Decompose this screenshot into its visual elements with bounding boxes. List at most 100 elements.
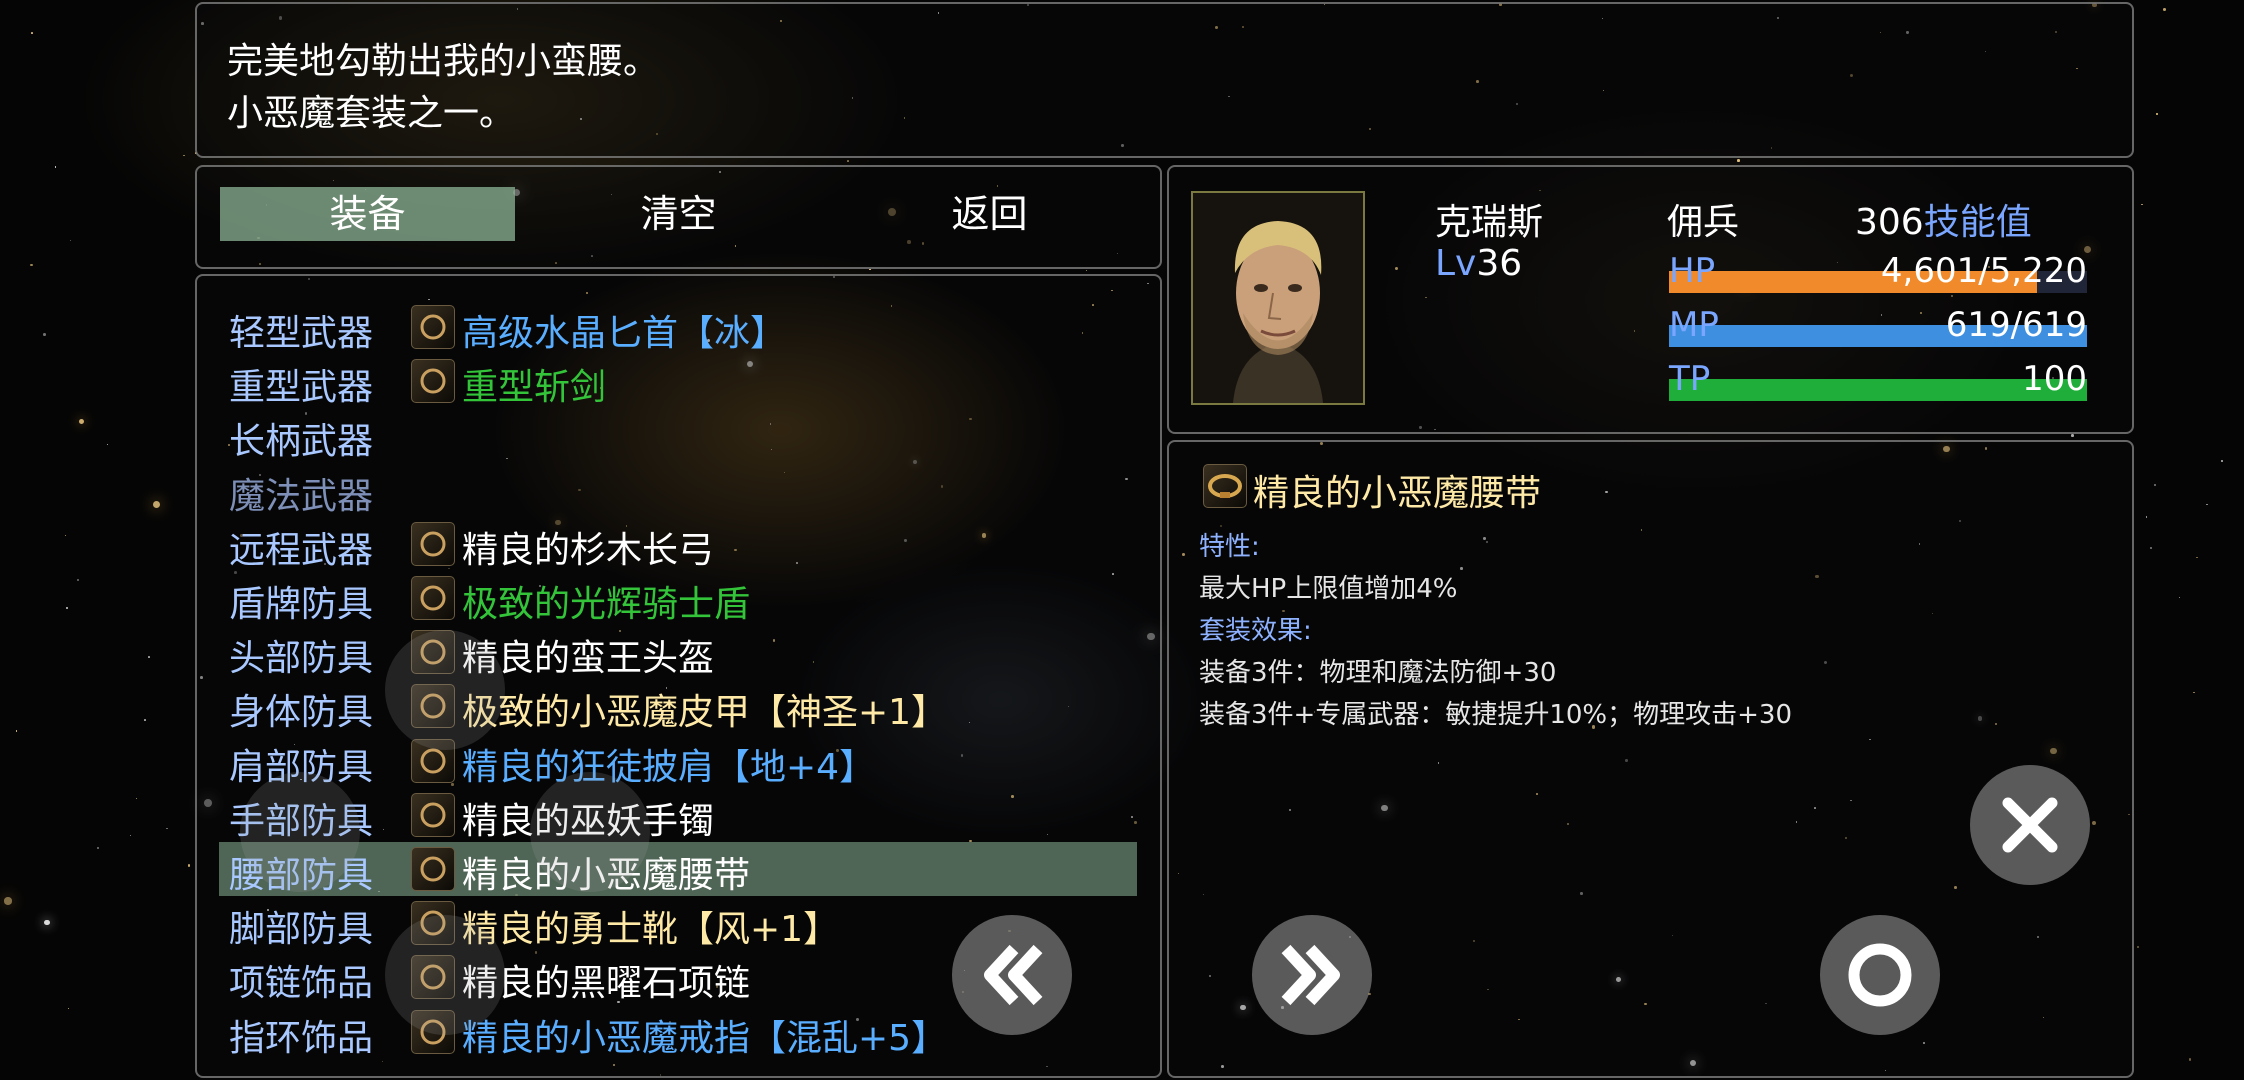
page-next-button[interactable] xyxy=(1252,915,1372,1035)
sword-icon xyxy=(411,359,455,404)
star xyxy=(2188,1058,2191,1061)
star xyxy=(1085,269,1088,271)
equipped-item-name: 精良的狂徒披肩【地+4】 xyxy=(462,746,876,788)
star xyxy=(96,847,99,850)
star xyxy=(54,166,57,168)
virtual-dpad-left[interactable] xyxy=(240,772,360,892)
star xyxy=(15,730,18,732)
virtual-dpad-down[interactable] xyxy=(385,915,505,1035)
star xyxy=(106,443,108,445)
star xyxy=(2193,691,2195,694)
confirm-button[interactable] xyxy=(1820,915,1940,1035)
star xyxy=(4,897,12,905)
star xyxy=(78,418,85,425)
character-name: 克瑞斯 xyxy=(1435,202,1544,243)
equipped-item-name: 精良的黑曜石项链 xyxy=(462,963,751,1005)
star xyxy=(2163,8,2166,12)
slot-name: 盾牌防具 xyxy=(229,584,374,625)
slot-name: 远程武器 xyxy=(229,529,374,571)
equip-command[interactable]: 装备 xyxy=(220,187,515,241)
shield-icon xyxy=(411,576,455,620)
slot-name: 项链饰品 xyxy=(229,963,374,1005)
skill-points: 306技能值 xyxy=(1855,202,2032,243)
star xyxy=(166,827,168,829)
page-prev-button[interactable] xyxy=(952,915,1072,1035)
slot-name: 重型武器 xyxy=(229,367,374,409)
command-window: 装备 清空 返回 xyxy=(195,165,1162,269)
equipped-item-name: 精良的杉木长弓 xyxy=(462,529,715,571)
character-level: Lv36 xyxy=(1435,243,1523,284)
star xyxy=(2155,112,2159,115)
slot-name: 脚部防具 xyxy=(229,909,374,951)
star xyxy=(148,656,151,658)
tp-label: TP xyxy=(1669,359,1711,399)
slot-name: 轻型武器 xyxy=(229,313,374,354)
equipped-item-name: 精良的勇士靴【风+1】 xyxy=(462,909,840,951)
back-command[interactable]: 返回 xyxy=(842,187,1137,241)
star xyxy=(135,797,137,799)
equipped-item-name: 极致的小恶魔皮甲【神圣+1】 xyxy=(462,692,948,734)
equipped-item-name: 重型斩剑 xyxy=(462,367,607,409)
equipment-slot-row[interactable]: 轻型武器 高级水晶匕首【冰】 xyxy=(197,300,1160,354)
hp-label: HP xyxy=(1669,251,1716,291)
star xyxy=(2145,516,2148,518)
set-effect-line2: 装备3件+专属武器：敏捷提升10%；物理攻击+30 xyxy=(1199,700,1792,730)
character-portrait xyxy=(1191,191,1365,405)
star xyxy=(130,835,132,837)
star xyxy=(2196,557,2198,559)
equipped-item-name: 高级水晶匕首【冰】 xyxy=(462,313,787,354)
belt-icon xyxy=(1203,464,1247,508)
star xyxy=(153,500,161,508)
equipment-slot-row[interactable]: 肩部防具 精良的狂徒披肩【地+4】 xyxy=(197,734,1160,788)
star xyxy=(30,263,33,267)
star xyxy=(43,333,46,337)
star xyxy=(2137,945,2140,948)
star xyxy=(2140,203,2143,206)
item-name: 精良的小恶魔腰带 xyxy=(1253,473,1542,514)
star xyxy=(144,718,146,721)
mp-label: MP xyxy=(1669,305,1719,345)
hp-value: 4,601/5,220 xyxy=(1880,251,2087,291)
slot-name: 身体防具 xyxy=(229,692,374,734)
slot-name: 魔法武器 xyxy=(229,475,374,517)
star xyxy=(2221,459,2224,462)
star xyxy=(187,864,191,868)
slot-name: 头部防具 xyxy=(229,638,374,680)
character-class: 佣兵 xyxy=(1667,202,1740,243)
cancel-button[interactable] xyxy=(1970,765,2090,885)
star xyxy=(76,578,79,581)
equipment-slot-row[interactable]: 长柄武器 xyxy=(197,408,1160,462)
star xyxy=(183,154,185,157)
dagger-icon xyxy=(411,305,455,349)
clear-command[interactable]: 清空 xyxy=(531,187,826,241)
set-effect-line1: 装备3件：物理和魔法防御+30 xyxy=(1199,658,1557,688)
equipment-slot-row[interactable]: 重型武器 重型斩剑 xyxy=(197,354,1160,408)
star xyxy=(2071,434,2074,437)
equipment-slot-row[interactable]: 盾牌防具 极致的光辉骑士盾 xyxy=(197,571,1160,625)
equipped-item-name: 极致的光辉骑士盾 xyxy=(462,584,751,625)
equipment-slot-row[interactable]: 头部防具 精良的蛮王头盔 xyxy=(197,625,1160,679)
double-chevron-left-icon xyxy=(984,944,1043,1006)
close-icon xyxy=(2002,797,2058,853)
help-text-line1: 完美地勾勒出我的小蛮腰。 xyxy=(227,41,660,82)
star xyxy=(70,240,72,242)
virtual-dpad-right[interactable] xyxy=(530,772,650,892)
star xyxy=(2149,546,2152,549)
belt-icon xyxy=(411,847,455,891)
star xyxy=(65,606,68,609)
virtual-dpad-up[interactable] xyxy=(385,630,505,750)
mp-value: 619/619 xyxy=(1945,305,2087,345)
help-text-line2: 小恶魔套装之一。 xyxy=(227,93,516,134)
circle-icon xyxy=(1848,943,1912,1007)
star xyxy=(31,32,34,34)
equipment-slot-row[interactable]: 魔法武器 xyxy=(197,463,1160,517)
double-chevron-right-icon xyxy=(1281,944,1340,1006)
set-effect-label: 套装效果: xyxy=(1199,616,1312,646)
star xyxy=(2178,597,2181,599)
trait-label: 特性: xyxy=(1199,532,1260,562)
equipment-slot-row[interactable]: 身体防具 极致的小恶魔皮甲【神圣+1】 xyxy=(197,679,1160,733)
star xyxy=(67,1007,69,1009)
trait-text: 最大HP上限值增加4% xyxy=(1199,574,1458,604)
star xyxy=(2206,503,2208,506)
equipment-slot-row[interactable]: 远程武器 精良的杉木长弓 xyxy=(197,517,1160,571)
